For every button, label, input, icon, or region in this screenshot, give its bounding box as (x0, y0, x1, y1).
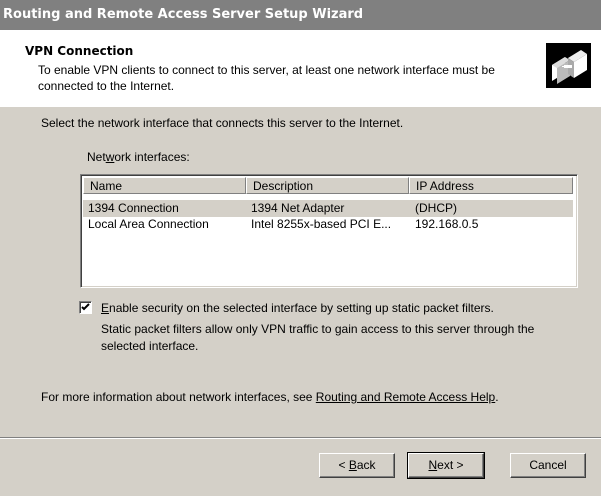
title-bar[interactable]: Routing and Remote Access Server Setup W… (0, 0, 601, 30)
list-item-1394-connection[interactable]: 1394 Connection 1394 Net Adapter (DHCP) (83, 200, 573, 217)
enable-security-checkbox[interactable] (79, 301, 92, 314)
page-description: To enable VPN clients to connect to this… (38, 63, 495, 93)
checkmark-icon (81, 303, 90, 311)
list-item-local-area-connection[interactable]: Local Area Connection Intel 8255x-based … (83, 216, 573, 233)
next-button[interactable]: Next > (407, 452, 485, 479)
packet-filter-help-line-1: Static packet filters allow only VPN tra… (101, 322, 535, 336)
cell-description: Intel 8255x-based PCI E... (251, 217, 392, 231)
list-header: Name Description IP Address (83, 177, 573, 196)
cell-name: Local Area Connection (88, 217, 209, 231)
cell-description: 1394 Net Adapter (251, 201, 345, 215)
network-interfaces-label: Network interfaces: (87, 150, 190, 164)
page-title: VPN Connection (25, 44, 134, 58)
help-link[interactable]: Routing and Remote Access Help (316, 390, 495, 404)
network-interfaces-list[interactable]: Name Description IP Address 1394 Connect… (80, 174, 578, 288)
network-connection-icon (546, 43, 591, 88)
header-separator (0, 106, 601, 107)
packet-filter-help-line-2: selected interface. (101, 339, 199, 353)
cell-name: 1394 Connection (88, 201, 179, 215)
enable-security-label[interactable]: Enable security on the selected interfac… (101, 301, 494, 315)
footer-separator-highlight (0, 438, 601, 439)
cell-ip-address: (DHCP) (415, 201, 457, 215)
cell-ip-address: 192.168.0.5 (415, 217, 479, 231)
more-info-text: For more information about network inter… (41, 390, 499, 404)
cancel-button[interactable]: Cancel (510, 453, 586, 478)
wizard-header: VPN Connection To enable VPN clients to … (0, 30, 601, 107)
back-button[interactable]: < Back (319, 453, 395, 478)
column-header-description[interactable]: Description (246, 177, 409, 194)
column-header-name[interactable]: Name (83, 177, 246, 194)
instruction-text: Select the network interface that connec… (41, 116, 404, 130)
window-title: Routing and Remote Access Server Setup W… (3, 7, 364, 22)
column-header-ip-address[interactable]: IP Address (409, 177, 573, 194)
